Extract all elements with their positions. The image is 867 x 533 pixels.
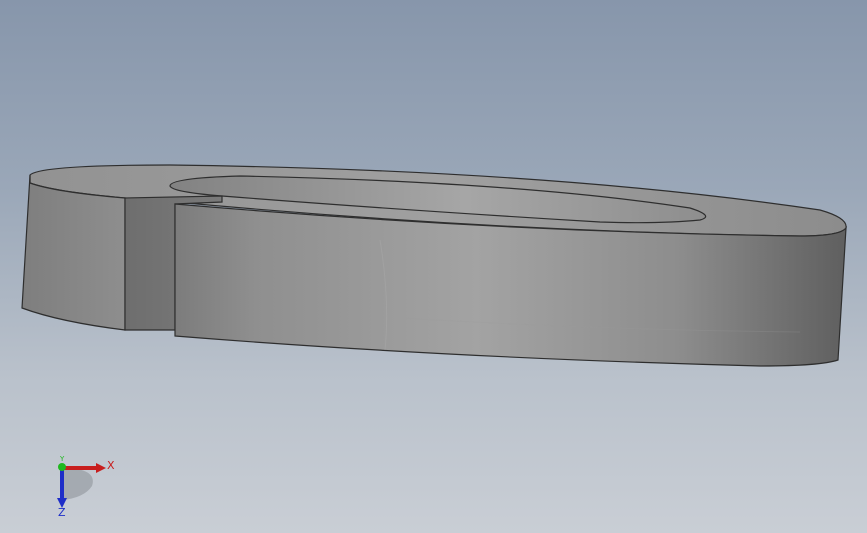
x-axis-label: X — [107, 459, 115, 472]
y-axis-label: Y — [59, 455, 65, 463]
washer-left-side-face[interactable] — [21, 174, 126, 331]
coordinate-triad[interactable]: X Y Z — [40, 450, 130, 520]
z-axis-label: Z — [58, 506, 66, 519]
y-axis-dot — [58, 463, 66, 471]
model-view[interactable] — [0, 0, 867, 533]
triad-shadow — [62, 468, 93, 500]
graphics-viewport[interactable]: X Y Z — [0, 0, 867, 533]
